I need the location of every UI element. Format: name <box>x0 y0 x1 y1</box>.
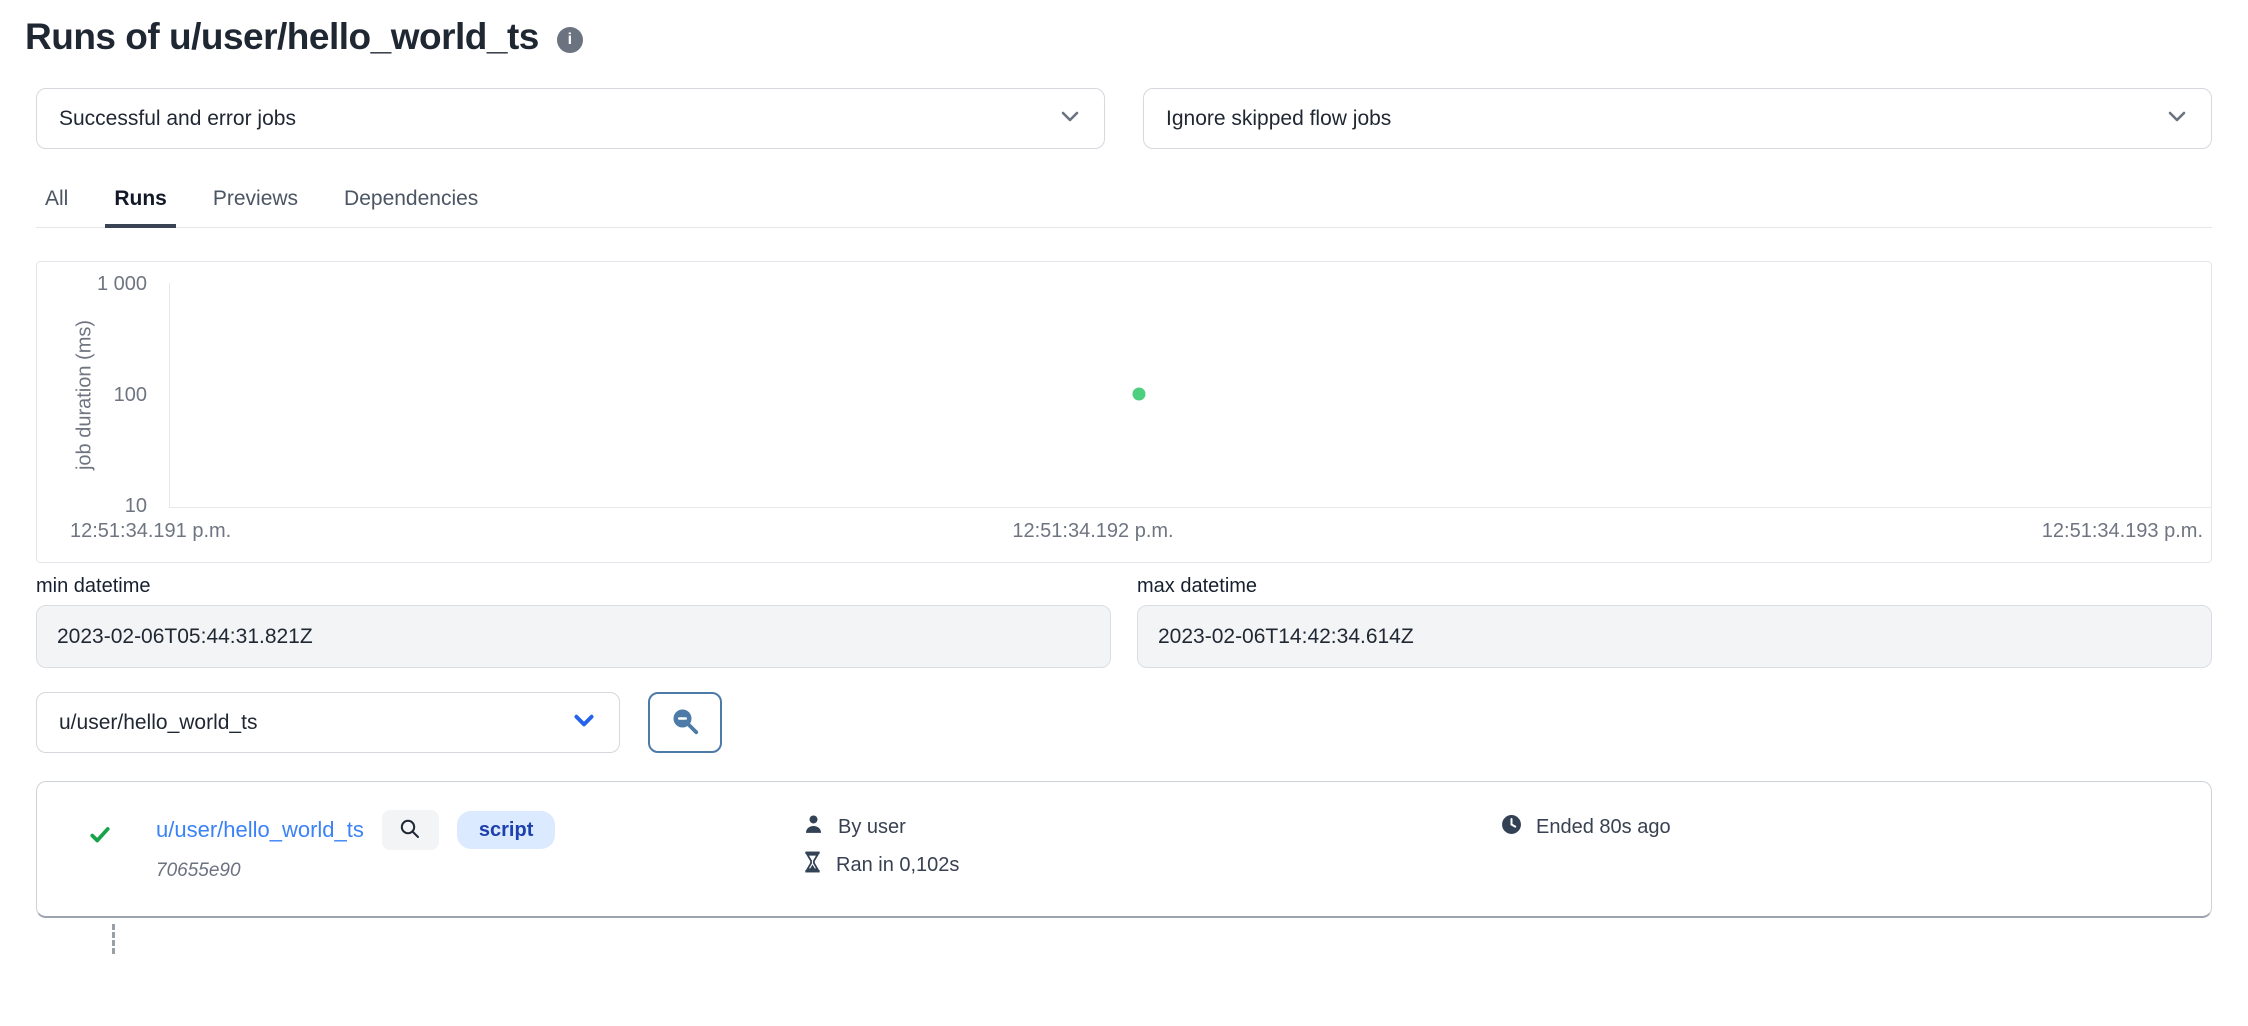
runs-chart[interactable]: job duration (ms) 1 000 100 10 12:51:34.… <box>36 261 2212 563</box>
min-datetime-label: min datetime <box>36 575 1111 598</box>
max-datetime-label: max datetime <box>1137 575 2212 598</box>
run-ended-text: Ended 80s ago <box>1536 816 1671 839</box>
page-title: Runs of u/user/hello_world_ts <box>25 16 539 58</box>
chart-y-tick: 10 <box>37 494 147 518</box>
datetime-filter-row: min datetime max datetime <box>36 575 2212 668</box>
min-datetime-input[interactable] <box>36 605 1111 668</box>
hourglass-icon <box>803 851 822 879</box>
chart-y-tick: 1 000 <box>37 272 147 296</box>
chevron-down-icon <box>2165 104 2189 134</box>
check-icon <box>89 824 111 851</box>
tab-bar: All Runs Previews Dependencies <box>36 173 2212 228</box>
tab-all[interactable]: All <box>36 173 77 227</box>
chart-point[interactable] <box>1132 388 1145 401</box>
tab-previews[interactable]: Previews <box>204 173 307 227</box>
tab-dependencies[interactable]: Dependencies <box>335 173 487 227</box>
job-status-select-value: Successful and error jobs <box>59 107 296 131</box>
chart-x-tick: 12:51:34.191 p.m. <box>70 520 231 543</box>
max-datetime-input[interactable] <box>1137 605 2212 668</box>
run-duration-text: Ran in 0,102s <box>836 854 959 877</box>
zoom-out-magnifier-icon <box>670 706 700 739</box>
script-path-select-value: u/user/hello_world_ts <box>59 711 257 735</box>
run-hash: 70655e90 <box>156 860 555 882</box>
run-ended: Ended 80s ago <box>1501 814 1671 841</box>
chart-x-tick: 12:51:34.192 p.m. <box>1012 520 1173 543</box>
page-header: Runs of u/user/hello_world_ts i <box>25 16 2248 58</box>
chart-x-axis-line <box>169 507 2211 508</box>
person-icon <box>803 814 824 841</box>
run-path-link[interactable]: u/user/hello_world_ts <box>156 817 364 843</box>
tab-runs[interactable]: Runs <box>105 173 176 227</box>
timeline-connector <box>112 924 115 954</box>
chevron-down-icon <box>571 707 597 739</box>
job-search-button[interactable] <box>648 692 722 753</box>
clock-icon <box>1501 814 1522 841</box>
filter-row: Successful and error jobs Ignore skipped… <box>36 88 2212 149</box>
path-filter-row: u/user/hello_world_ts <box>36 692 2248 753</box>
run-details: By user Ran in 0,102s <box>803 814 959 879</box>
chevron-down-icon <box>1058 104 1082 134</box>
info-icon[interactable]: i <box>557 27 583 53</box>
run-list-item[interactable]: u/user/hello_world_ts script 70655e90 <box>36 781 2212 918</box>
chart-y-axis-line <box>169 283 170 507</box>
flow-jobs-select[interactable]: Ignore skipped flow jobs <box>1143 88 2212 149</box>
job-status-select[interactable]: Successful and error jobs <box>36 88 1105 149</box>
chart-x-tick: 12:51:34.193 p.m. <box>2042 520 2203 543</box>
run-inspect-button[interactable] <box>382 810 439 850</box>
job-kind-badge: script <box>457 811 555 849</box>
magnifier-icon <box>398 817 422 844</box>
flow-jobs-select-value: Ignore skipped flow jobs <box>1166 107 1391 131</box>
chart-y-tick: 100 <box>37 383 147 407</box>
run-by-text: By user <box>838 816 906 839</box>
script-path-select[interactable]: u/user/hello_world_ts <box>36 692 620 753</box>
run-main: u/user/hello_world_ts script 70655e90 <box>156 808 555 882</box>
